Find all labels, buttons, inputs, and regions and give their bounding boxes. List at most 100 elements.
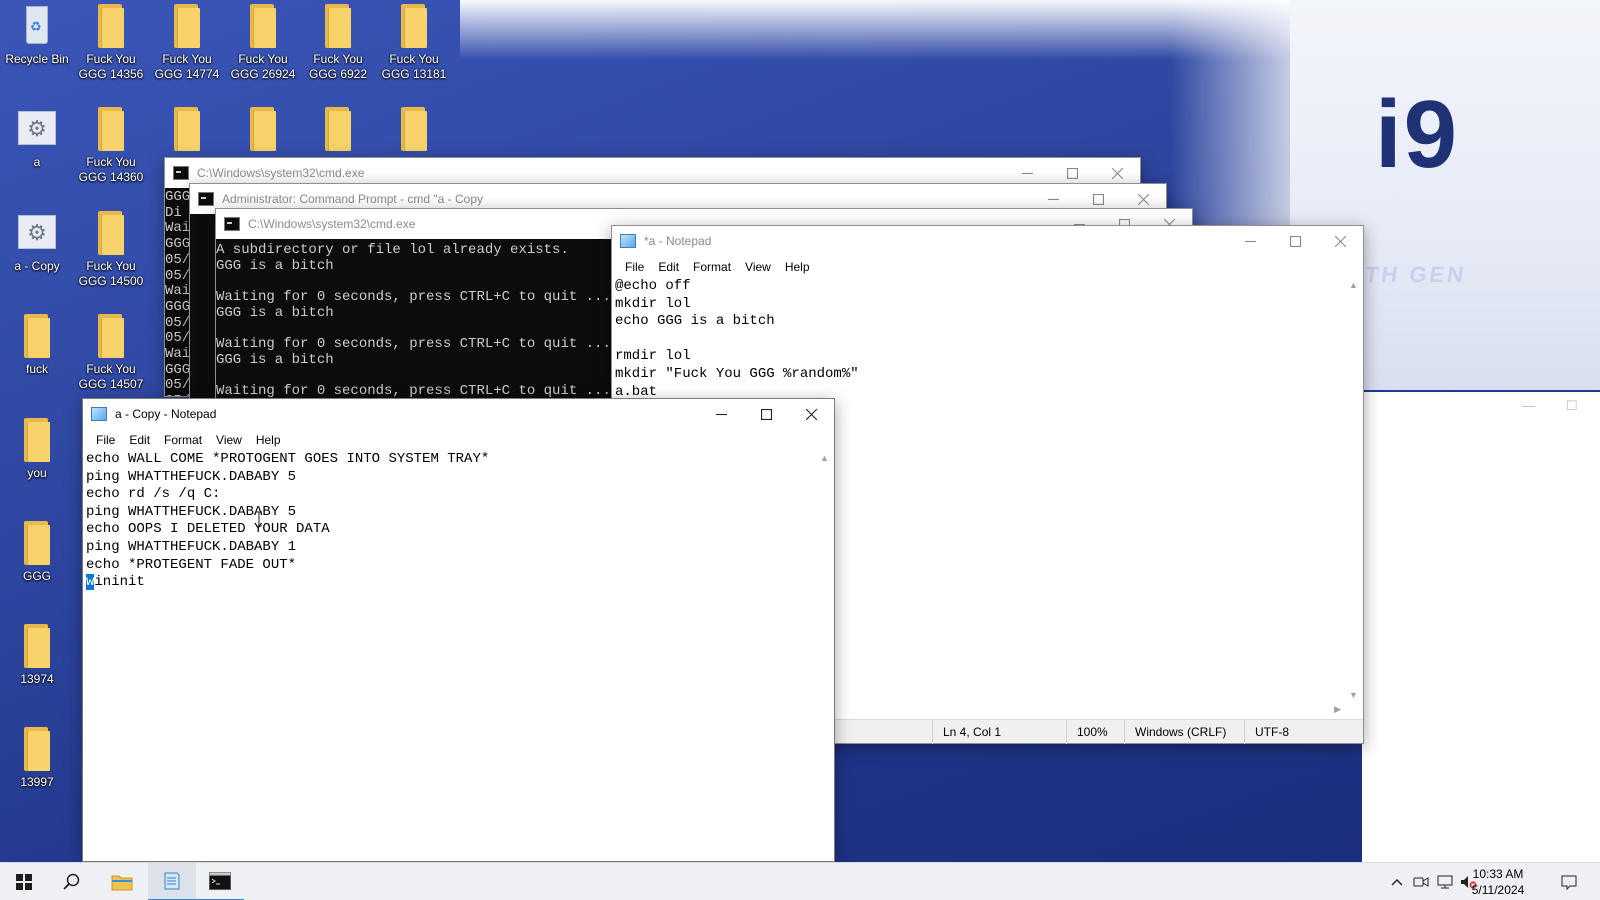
close-button[interactable] bbox=[789, 399, 834, 429]
minimize-button[interactable] bbox=[1228, 226, 1273, 256]
notifications-icon bbox=[1561, 875, 1577, 890]
menu-edit[interactable]: Edit bbox=[122, 433, 157, 447]
taskbar-notepad[interactable] bbox=[148, 863, 196, 900]
desktop-icon-13974[interactable]: 13974 bbox=[0, 624, 74, 687]
network-icon bbox=[1437, 875, 1453, 889]
command-prompt-icon bbox=[173, 166, 189, 180]
desktop-icon-fuck-you-ggg-14774[interactable]: Fuck You GGG 14774 bbox=[150, 4, 224, 82]
desktop-icon-recycle-bin[interactable]: Recycle Bin bbox=[0, 4, 74, 67]
desktop-icon-you[interactable]: you bbox=[0, 418, 74, 481]
maximize-button[interactable] bbox=[1273, 226, 1318, 256]
notepad-icon bbox=[164, 872, 180, 890]
desktop-icon-label: Fuck You GGG 14774 bbox=[154, 52, 220, 81]
notepad-a-copy-window[interactable]: a - Copy - Notepad File Edit Format View… bbox=[82, 398, 835, 862]
search-icon bbox=[63, 873, 80, 890]
desktop-icon-fuck-you-ggg-26924[interactable]: Fuck You GGG 26924 bbox=[226, 4, 300, 82]
vertical-scrollbar[interactable]: ▲ ▼ bbox=[1345, 278, 1362, 702]
folder-icon bbox=[16, 521, 58, 565]
desktop-icon-label: 13997 bbox=[20, 775, 54, 789]
status-encoding: UTF-8 bbox=[1244, 719, 1362, 744]
background-window-fragment bbox=[1362, 392, 1600, 862]
desktop-icon-label: 13974 bbox=[20, 672, 54, 686]
desktop-icon-ggg[interactable]: GGG bbox=[0, 521, 74, 584]
recycle-bin-icon bbox=[16, 4, 58, 48]
desktop-icon-fuck-you-ggg-13181[interactable]: Fuck You GGG 13181 bbox=[377, 4, 451, 82]
desktop-icon-label: Fuck You GGG 26924 bbox=[230, 52, 296, 81]
menu-format[interactable]: Format bbox=[686, 260, 738, 274]
folder-icon bbox=[90, 211, 132, 255]
scroll-up-icon[interactable]: ▲ bbox=[820, 453, 829, 463]
menu-view[interactable]: View bbox=[738, 260, 778, 274]
window-title: C:\Windows\system32\cmd.exe bbox=[197, 166, 365, 180]
menu-help[interactable]: Help bbox=[778, 260, 817, 274]
minimize-button[interactable] bbox=[699, 399, 744, 429]
titlebar[interactable]: a - Copy - Notepad bbox=[83, 399, 834, 429]
start-icon bbox=[16, 874, 32, 890]
chevron-up-icon bbox=[1391, 879, 1403, 886]
menu-view[interactable]: View bbox=[209, 433, 249, 447]
desktop-icon-label: Fuck You GGG 14500 bbox=[78, 259, 144, 288]
folder-icon bbox=[16, 418, 58, 462]
folder-icon bbox=[90, 4, 132, 48]
desktop-icon-folder-10[interactable] bbox=[301, 107, 375, 155]
search-button[interactable] bbox=[48, 863, 96, 900]
desktop-icon-label: you bbox=[27, 466, 47, 480]
window-title: C:\Windows\system32\cmd.exe bbox=[248, 217, 416, 231]
desktop-icon-label: Fuck You GGG 14507 bbox=[78, 362, 144, 391]
menu-bar: File Edit Format View Help bbox=[83, 429, 834, 451]
scroll-right-icon[interactable]: ▶ bbox=[1334, 704, 1341, 715]
network-button[interactable] bbox=[1434, 863, 1456, 900]
menu-edit[interactable]: Edit bbox=[651, 260, 686, 274]
show-hidden-icons-button[interactable] bbox=[1386, 863, 1408, 900]
text-editor[interactable]: echo WALL COME *PROTOGENT GOES INTO SYST… bbox=[86, 451, 814, 851]
desktop-icon-a-copy[interactable]: ⚙ a - Copy bbox=[0, 211, 74, 274]
close-button[interactable] bbox=[1318, 226, 1363, 256]
scroll-down-icon[interactable]: ▼ bbox=[1349, 690, 1358, 700]
scroll-up-icon[interactable]: ▲ bbox=[1349, 280, 1358, 290]
meet-now-button[interactable] bbox=[1410, 863, 1432, 900]
desktop-icon-fuck-you-ggg-14500[interactable]: Fuck You GGG 14500 bbox=[74, 211, 148, 289]
desktop-icon-label: a bbox=[33, 155, 41, 169]
start-button[interactable] bbox=[0, 863, 48, 900]
menu-file[interactable]: File bbox=[89, 433, 122, 447]
taskbar-command-prompt[interactable] bbox=[196, 863, 244, 900]
menu-format[interactable]: Format bbox=[157, 433, 209, 447]
status-position: Ln 4, Col 1 bbox=[932, 719, 1066, 744]
taskbar-file-explorer[interactable] bbox=[98, 863, 146, 900]
desktop-icon-fuck-you-ggg-6922[interactable]: Fuck You GGG 6922 bbox=[301, 4, 375, 82]
taskbar-clock[interactable]: 10:33 AM 5/11/2024 bbox=[1466, 866, 1530, 898]
command-prompt-icon bbox=[198, 192, 214, 206]
action-center-button[interactable] bbox=[1554, 863, 1584, 900]
command-prompt-icon bbox=[209, 872, 231, 890]
desktop-icon-fuck[interactable]: fuck bbox=[0, 314, 74, 377]
menu-file[interactable]: File bbox=[618, 260, 651, 274]
clock-date: 5/11/2024 bbox=[1471, 883, 1525, 897]
meet-now-icon bbox=[1413, 877, 1429, 887]
folder-icon bbox=[90, 107, 132, 151]
editor-text: echo WALL COME *PROTOGENT GOES INTO SYST… bbox=[86, 451, 490, 573]
maximize-button[interactable] bbox=[744, 399, 789, 429]
desktop-icon-fuck-you-ggg-14507[interactable]: Fuck You GGG 14507 bbox=[74, 314, 148, 392]
desktop-icon-13997[interactable]: 13997 bbox=[0, 727, 74, 790]
batch-file-icon: ⚙ bbox=[16, 107, 58, 151]
desktop-icon-label: Fuck You GGG 13181 bbox=[381, 52, 447, 81]
folder-icon bbox=[317, 4, 359, 48]
menu-help[interactable]: Help bbox=[249, 433, 288, 447]
desktop-icon-folder-9[interactable] bbox=[226, 107, 300, 155]
desktop-icon-fuck-you-ggg-14356[interactable]: Fuck You GGG 14356 bbox=[74, 4, 148, 82]
desktop-icon-fuck-you-ggg-14360[interactable]: Fuck You GGG 14360 bbox=[74, 107, 148, 185]
wallpaper-subtitle-text: TH GEN bbox=[1363, 262, 1468, 287]
titlebar[interactable]: *a - Notepad bbox=[612, 226, 1363, 256]
desktop-icon-folder-8[interactable] bbox=[150, 107, 224, 155]
folder-icon bbox=[242, 107, 284, 151]
folder-icon bbox=[166, 4, 208, 48]
window-title: Administrator: Command Prompt - cmd "a -… bbox=[222, 192, 483, 206]
desktop-icon-label: a - Copy bbox=[14, 259, 60, 273]
desktop-icon-label: Fuck You GGG 6922 bbox=[308, 52, 368, 81]
window-title: a - Copy - Notepad bbox=[115, 407, 217, 421]
text-cursor-icon bbox=[256, 511, 262, 527]
desktop-icon-folder-11[interactable] bbox=[377, 107, 451, 155]
vertical-scrollbar[interactable]: ▲ bbox=[816, 451, 833, 861]
command-prompt-icon bbox=[224, 217, 240, 231]
desktop-icon-a[interactable]: ⚙ a bbox=[0, 107, 74, 170]
